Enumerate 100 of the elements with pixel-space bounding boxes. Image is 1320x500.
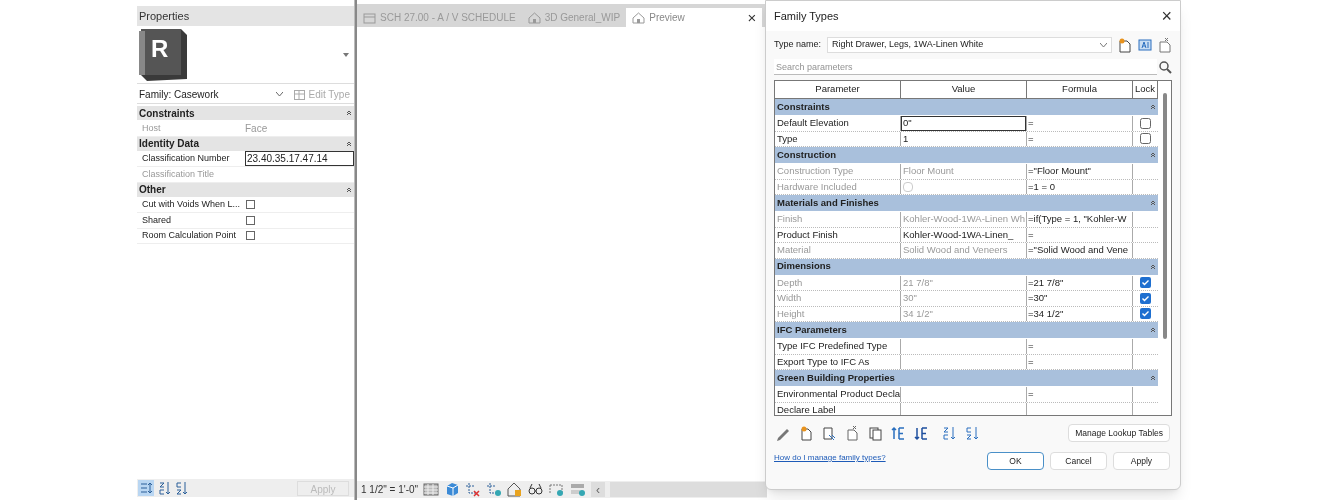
house-icon bbox=[632, 11, 646, 24]
view-tab[interactable]: Preview × bbox=[626, 8, 763, 27]
value-field[interactable]: 0" bbox=[901, 116, 1026, 131]
search-icon[interactable] bbox=[1159, 60, 1172, 74]
group-header[interactable]: Green Building Properties bbox=[775, 370, 1158, 387]
sort-descending-icon[interactable] bbox=[966, 425, 980, 441]
move-down-icon[interactable] bbox=[914, 425, 928, 441]
table-cell: Default Elevation bbox=[775, 116, 901, 131]
table-cell: Type IFC Predefined Type bbox=[775, 339, 901, 354]
table-icon bbox=[294, 89, 306, 100]
checkbox[interactable] bbox=[246, 231, 255, 241]
new-type-icon[interactable] bbox=[1118, 37, 1132, 53]
group-header[interactable]: Construction bbox=[775, 147, 1158, 164]
checkbox[interactable] bbox=[246, 200, 255, 210]
property-label: Cut with Voids When L... bbox=[141, 198, 242, 211]
table-cell: Hardware Included bbox=[775, 179, 901, 194]
table-cell: = bbox=[1027, 116, 1035, 131]
table-cell-text: Kohler-Wood-1WA-Linen_ bbox=[902, 227, 1015, 242]
collapse-icon bbox=[1150, 262, 1156, 271]
table-cell: Height bbox=[775, 306, 901, 321]
table-cell: Type bbox=[775, 131, 901, 146]
table-cell: = bbox=[1027, 131, 1035, 146]
sheet-icon bbox=[363, 11, 376, 24]
property-value: Face bbox=[245, 121, 268, 136]
table-cell: =34 1/2" bbox=[1027, 306, 1065, 321]
sort-descending-icon[interactable] bbox=[176, 481, 188, 495]
lock-checkbox[interactable] bbox=[1140, 117, 1151, 129]
collapse-icon bbox=[346, 109, 352, 117]
close-button[interactable]: × bbox=[1161, 7, 1172, 25]
property-label: Host bbox=[141, 121, 162, 135]
table-cell: Declare Label bbox=[775, 402, 901, 415]
table-cell-text: Kohler-Wood-1WA-Linen Wh bbox=[902, 212, 1026, 227]
copy-icon[interactable] bbox=[868, 425, 882, 441]
scrollbar-thumb[interactable] bbox=[1162, 93, 1167, 339]
table-cell: Product Finish bbox=[775, 227, 901, 242]
group-header[interactable]: Materials and Finishes bbox=[775, 195, 1158, 212]
table-cell-text: 30" bbox=[902, 291, 918, 306]
dropdown-icon[interactable] bbox=[342, 51, 350, 58]
cube-icon[interactable] bbox=[444, 482, 461, 497]
collapse-icon bbox=[1150, 326, 1156, 334]
manage-lookup-tables-button[interactable]: Manage Lookup Tables bbox=[1068, 424, 1170, 442]
dialog-button[interactable]: Cancel bbox=[1050, 452, 1107, 470]
logo-icon bbox=[137, 26, 189, 83]
table-cell: Environmental Product Decla bbox=[775, 387, 901, 402]
delete-parameter-icon[interactable] bbox=[845, 425, 859, 441]
property-label: Shared bbox=[141, 213, 173, 227]
house-lock-icon[interactable] bbox=[507, 482, 524, 497]
sort-ascending-icon[interactable] bbox=[159, 481, 171, 495]
delete-type-icon[interactable] bbox=[1158, 37, 1172, 53]
table-cell: ="Floor Mount" bbox=[1027, 164, 1092, 179]
table-cell: Width bbox=[775, 291, 901, 306]
edit-parameter-icon[interactable] bbox=[822, 425, 836, 441]
new-parameter-icon[interactable] bbox=[799, 425, 813, 441]
lock-checkbox[interactable] bbox=[1140, 133, 1151, 145]
group-header[interactable]: Constraints bbox=[775, 99, 1158, 116]
property-label: Classification Number bbox=[141, 152, 231, 165]
table-cell: =if(Type = 1, "Kohler-W bbox=[1027, 212, 1128, 227]
table-cell: = bbox=[1027, 227, 1035, 242]
collapse-icon bbox=[1150, 199, 1156, 207]
rename-icon[interactable] bbox=[1138, 38, 1152, 52]
scroll-left-button[interactable]: ‹ bbox=[591, 482, 606, 497]
horizontal-scrollbar[interactable] bbox=[610, 482, 767, 497]
group-header[interactable]: Constraints bbox=[137, 106, 354, 121]
caret-icon bbox=[1100, 42, 1107, 48]
checkbox[interactable] bbox=[246, 215, 255, 225]
table-cell: =30" bbox=[1027, 291, 1049, 306]
search-field[interactable]: Search parameters bbox=[774, 59, 1157, 75]
property-label: Room Calculation Point bbox=[141, 229, 238, 242]
table-cell: = bbox=[1027, 339, 1035, 354]
property-label: Classification Title bbox=[141, 167, 216, 181]
table-cell: = bbox=[1027, 354, 1035, 369]
table-cell: =1 = 0 bbox=[1027, 179, 1056, 194]
crop-x-icon[interactable] bbox=[465, 482, 482, 497]
move-up-icon[interactable] bbox=[891, 425, 905, 441]
table-cell-text: Solid Wood and Veneers bbox=[902, 243, 1009, 258]
help-link[interactable]: How do I manage family types? bbox=[774, 452, 886, 464]
table-cell: ="Solid Wood and Vene bbox=[1027, 243, 1130, 258]
view-scale[interactable]: 1 1/2" = 1'-0" bbox=[361, 482, 419, 497]
reveal-icon[interactable] bbox=[570, 482, 587, 497]
collapse-icon bbox=[1150, 374, 1156, 382]
close-button[interactable]: × bbox=[747, 10, 757, 25]
dialog-button[interactable]: OK bbox=[987, 452, 1044, 470]
categorized-icon[interactable] bbox=[138, 480, 154, 496]
collapse-icon bbox=[1150, 151, 1156, 159]
glasses-icon[interactable] bbox=[528, 482, 545, 497]
column-header[interactable]: Lock bbox=[1133, 81, 1158, 98]
table-cell-text: 21 7/8" bbox=[902, 275, 934, 290]
panel-title: Properties bbox=[137, 6, 354, 26]
value-field[interactable]: 23.40.35.17.47.14 bbox=[245, 151, 354, 167]
caret-icon bbox=[276, 92, 283, 97]
detail-level-icon[interactable] bbox=[423, 482, 440, 497]
table-cell: =21 7/8" bbox=[1027, 275, 1065, 290]
dialog-button[interactable]: Apply bbox=[1113, 452, 1170, 470]
collapse-icon bbox=[346, 185, 352, 194]
sort-ascending-icon[interactable] bbox=[943, 425, 957, 441]
family-dropdown[interactable]: Family: Casework bbox=[137, 87, 287, 102]
house-icon bbox=[527, 11, 541, 24]
type-name-dropdown[interactable]: Right Drawer, Legs, 1WA-Linen White bbox=[827, 37, 1112, 53]
group-header[interactable]: IFC Parameters bbox=[775, 322, 1158, 339]
table-cell-text: Floor Mount bbox=[902, 164, 955, 179]
